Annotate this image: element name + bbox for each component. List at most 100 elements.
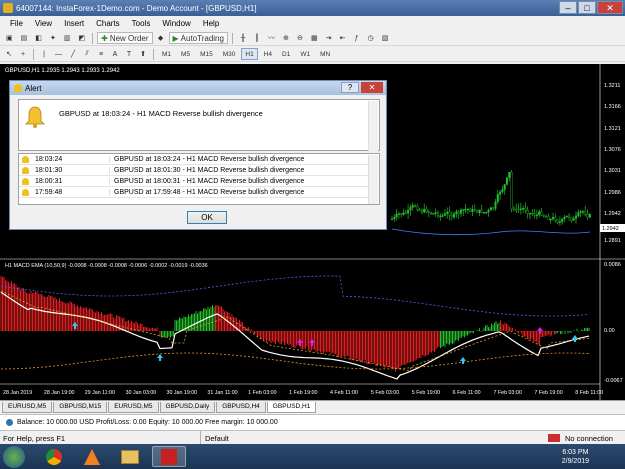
menu-file[interactable]: File [4,19,29,28]
periods-icon[interactable]: ◷ [365,32,377,44]
crosshair-icon[interactable]: + [17,48,29,60]
navigator-icon[interactable]: ✦ [47,32,59,44]
alert-time: 18:01:30 [35,167,63,174]
candle-body [476,210,479,213]
close-button[interactable]: ✕ [597,1,623,14]
templates-icon[interactable]: ▧ [379,32,392,44]
candle-body [487,209,490,213]
label-icon[interactable]: T [123,48,135,60]
line-chart-icon[interactable]: 〰 [265,32,278,44]
alert-close-button[interactable]: ✕ [361,82,383,93]
candle-body [499,191,502,195]
horizontal-line-icon[interactable]: — [52,48,65,60]
candle-body [393,216,396,220]
cursor-icon[interactable]: ↖ [3,48,15,60]
new-order-button[interactable]: ✚ New Order [97,32,153,44]
tab-gbpusd-m15[interactable]: GBPUSD,M15 [53,402,108,413]
timeframe-m1[interactable]: M1 [158,48,175,60]
message-scrollbar[interactable] [368,101,378,151]
indicator-axis-label: -0.0067 [604,378,623,384]
candle-body [443,213,446,216]
market-watch-icon[interactable]: ◧ [32,32,45,44]
candle-body [529,212,532,215]
menu-charts[interactable]: Charts [90,19,126,28]
candle-body [434,212,437,214]
timeframe-h1[interactable]: H1 [241,48,258,60]
tester-icon[interactable]: ◩ [76,32,89,44]
tab-eurusd-m5[interactable]: EURUSD,M5 [2,402,53,413]
vlc-taskbar-icon[interactable] [75,446,109,467]
new-chart-icon[interactable]: ▣ [3,32,16,44]
list-item[interactable]: 18:01:30 GBPUSD at 18:01:30 - H1 MACD Rev… [19,165,379,176]
metatrader-taskbar-icon[interactable] [152,446,186,467]
candle-body [462,209,465,211]
menu-help[interactable]: Help [197,19,225,28]
list-scrollbar[interactable] [368,155,378,204]
timeframe-h4[interactable]: H4 [260,48,276,60]
time-axis-label: 29 Jan 11:00 [85,390,115,396]
app-icon [3,3,13,13]
tab-gbpusd-h4[interactable]: GBPUSD,H4 [216,402,266,413]
alert-help-button[interactable]: ? [341,82,359,93]
list-item[interactable]: 18:00:31 GBPUSD at 18:00:31 - H1 MACD Rev… [19,176,379,187]
zoom-in-icon[interactable]: ⊕ [280,32,292,44]
candle-body [517,208,520,211]
chrome-taskbar-icon[interactable] [37,446,71,467]
metaeditor-icon[interactable]: ◆ [155,32,167,44]
timeframe-d1[interactable]: D1 [278,48,294,60]
autoscroll-icon[interactable]: ⇥ [323,32,335,44]
candle-body [430,212,433,214]
channel-icon[interactable]: ⫽ [81,48,93,60]
candle-body [506,177,509,185]
chart-shift-icon[interactable]: ⇤ [337,32,349,44]
indicator-axis-label: 0.0086 [604,262,621,268]
explorer-taskbar-icon[interactable] [113,446,147,467]
menu-view[interactable]: View [29,19,58,28]
timeframe-m15[interactable]: M15 [196,48,217,60]
vertical-line-icon[interactable]: | [38,48,50,60]
profiles-icon[interactable]: ▤ [18,32,31,44]
time-axis-label: 30 Jan 19:00 [167,390,198,396]
candle-body [579,211,582,213]
tab-gbpusd-daily[interactable]: GBPUSD,Daily [159,402,216,413]
timeframe-m5[interactable]: M5 [177,48,194,60]
timeframe-m30[interactable]: M30 [219,48,240,60]
candle-body [552,216,555,220]
list-item[interactable]: 18:03:24 GBPUSD at 18:03:24 - H1 MACD Rev… [19,154,379,165]
alert-row-message: GBPUSD at 18:00:31 - H1 MACD Reverse bul… [109,178,304,185]
price-axis-label: 1.2986 [604,190,621,196]
maximize-button[interactable]: □ [578,1,596,14]
candle-body [397,213,400,215]
alert-dialog: Alert ? ✕ GBPUSD at 18:03:24 - H1 MACD R… [9,80,387,230]
menu-insert[interactable]: Insert [58,19,90,28]
candles-icon[interactable]: ┃ [251,32,263,44]
trendline-icon[interactable]: ╱ [67,48,79,60]
arrows-icon[interactable]: ⬆ [137,48,149,60]
candle-body [556,219,559,223]
status-profile: Default [205,434,229,443]
timeframe-mn[interactable]: MN [316,48,334,60]
ok-button[interactable]: OK [187,211,227,224]
bar-chart-icon[interactable]: ╫ [237,32,249,44]
bell-icon [25,106,45,128]
start-button[interactable] [3,446,25,468]
terminal-icon[interactable]: ▥ [61,32,74,44]
tab-eurusd-m5-2[interactable]: EURUSD,M5 [108,402,159,413]
candle-body [473,209,476,211]
alert-history-list[interactable]: 18:03:24 GBPUSD at 18:03:24 - H1 MACD Rev… [18,153,380,205]
text-icon[interactable]: A [109,48,121,60]
autotrading-button[interactable]: ▶ AutoTrading [168,32,228,44]
tab-gbpusd-h1[interactable]: GBPUSD,H1 [266,402,317,413]
tile-icon[interactable]: ▦ [308,32,321,44]
menu-tools[interactable]: Tools [126,19,157,28]
menu-window[interactable]: Window [156,19,196,28]
zoom-out-icon[interactable]: ⊖ [294,32,306,44]
candle-body [503,184,506,190]
timeframe-w1[interactable]: W1 [296,48,314,60]
candle-body [494,201,497,209]
minimize-button[interactable]: – [559,1,577,14]
list-item[interactable]: 17:59:48 GBPUSD at 17:59:48 - H1 MACD Rev… [19,187,379,198]
indicators-icon[interactable]: ƒ [351,32,363,44]
candle-body [565,215,568,218]
fibonacci-icon[interactable]: ≡ [95,48,107,60]
